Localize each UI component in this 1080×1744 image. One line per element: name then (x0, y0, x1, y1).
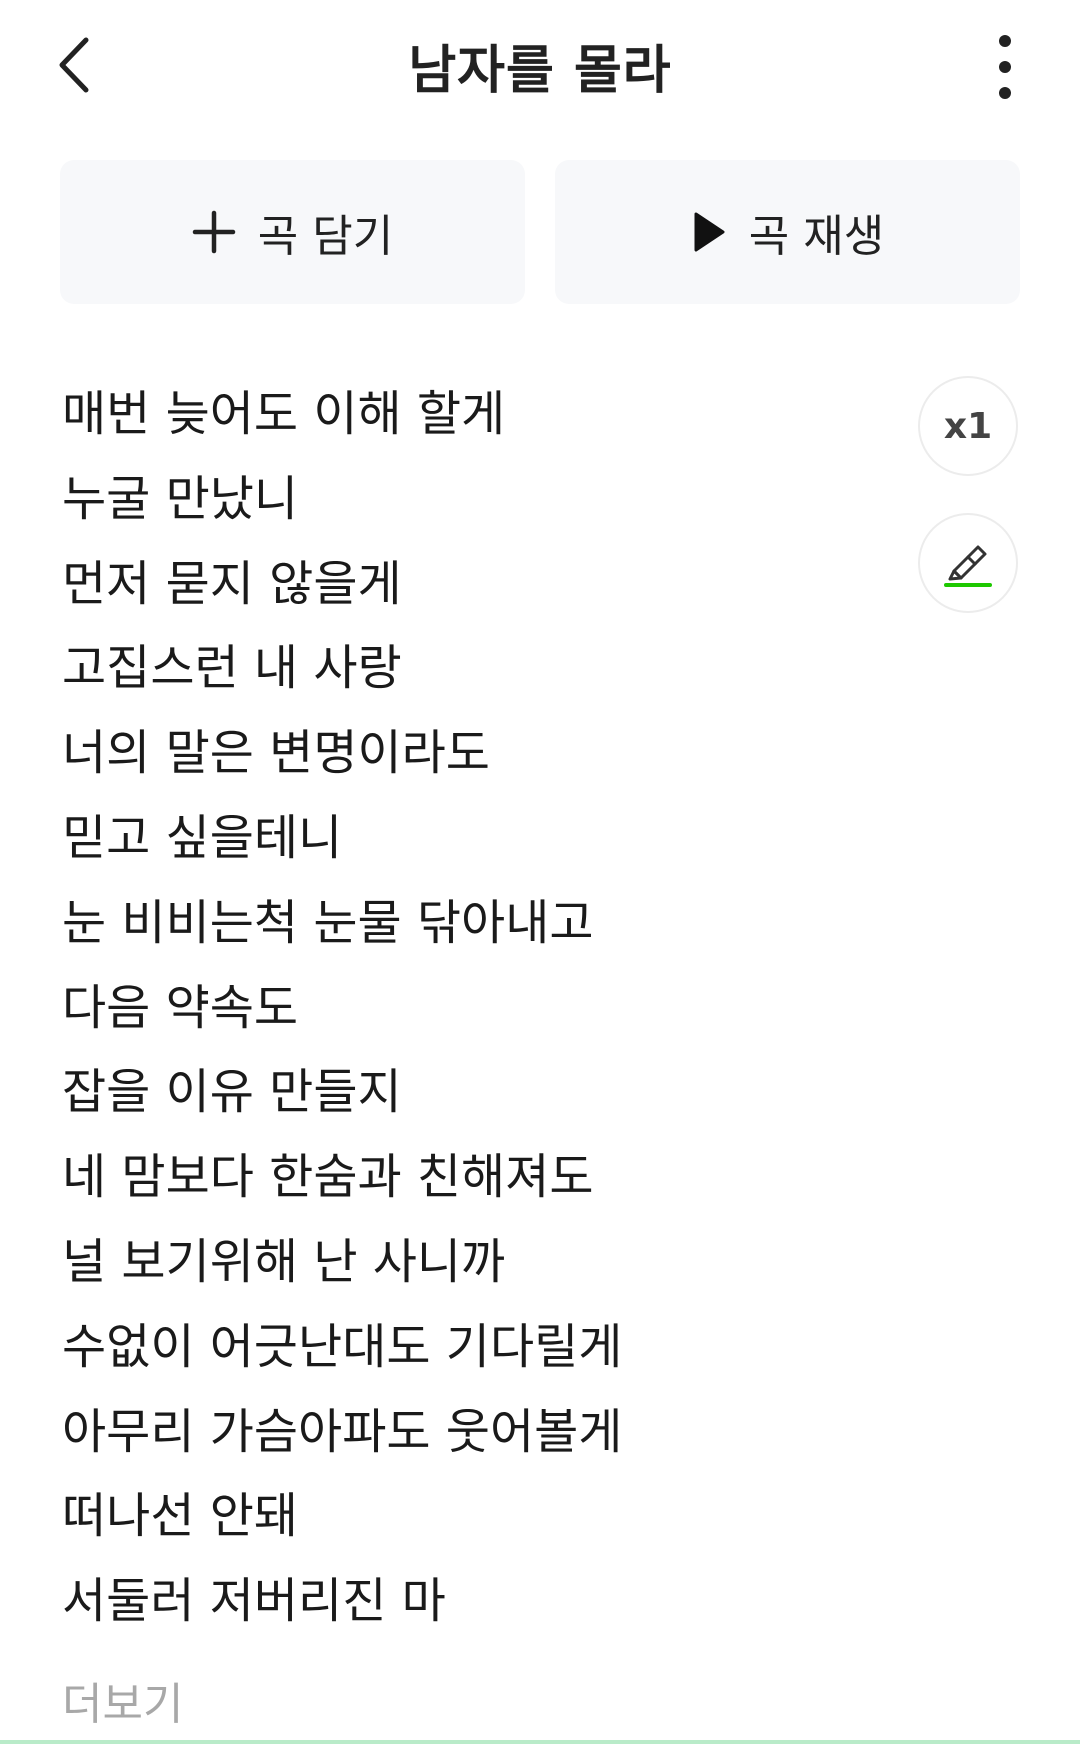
highlight-button[interactable] (918, 513, 1018, 613)
lyric-line: 아무리 가슴아파도 웃어볼게 (62, 1403, 623, 1460)
speed-label: x1 (943, 405, 993, 447)
lyric-line: 네 맘보다 한숨과 친해져도 (62, 1149, 594, 1206)
vertical-ellipsis-icon (999, 35, 1011, 99)
more-options-button[interactable] (975, 28, 1035, 108)
play-song-label: 곡 재생 (748, 211, 885, 262)
lyric-line: 믿고 싶을테니 (62, 809, 343, 866)
highlighter-pen-icon (944, 545, 992, 587)
lyric-line: 잡을 이유 만들지 (62, 1064, 402, 1121)
show-more-link[interactable]: 더보기 (62, 1668, 183, 1732)
speed-button[interactable]: x1 (918, 376, 1018, 476)
bottom-divider (0, 1740, 1080, 1744)
action-row: 곡 담기 곡 재생 (60, 160, 1020, 304)
lyric-line: 먼저 묻지 않을게 (62, 555, 402, 612)
lyric-line: 너의 말은 변명이라도 (62, 725, 490, 782)
lyric-line: 누굴 만났니 (62, 470, 299, 527)
lyric-line: 수없이 어긋난대도 기다릴게 (62, 1318, 623, 1375)
lyric-line: 눈 비비는척 눈물 닦아내고 (62, 894, 594, 951)
play-song-button[interactable]: 곡 재생 (555, 160, 1020, 304)
add-song-label: 곡 담기 (257, 211, 394, 262)
lyrics-text: 매번 늦어도 이해 할게 누굴 만났니 먼저 묻지 않을게 고집스런 내 사랑 … (62, 372, 882, 1644)
lyric-line: 고집스런 내 사랑 (62, 640, 402, 697)
lyric-line: 떠나선 안돼 (62, 1488, 299, 1545)
lyric-line: 매번 늦어도 이해 할게 (62, 386, 506, 442)
add-song-button[interactable]: 곡 담기 (60, 160, 525, 304)
plus-icon (192, 210, 236, 254)
page-title: 남자를 몰라 (408, 41, 672, 101)
play-icon (691, 210, 727, 254)
lyric-line: 널 보기위해 난 사니까 (62, 1233, 506, 1290)
app-header: 남자를 몰라 (0, 0, 1080, 130)
lyric-line: 다음 약속도 (62, 979, 299, 1036)
lyric-line: 서둘러 저버리진 마 (62, 1573, 446, 1630)
